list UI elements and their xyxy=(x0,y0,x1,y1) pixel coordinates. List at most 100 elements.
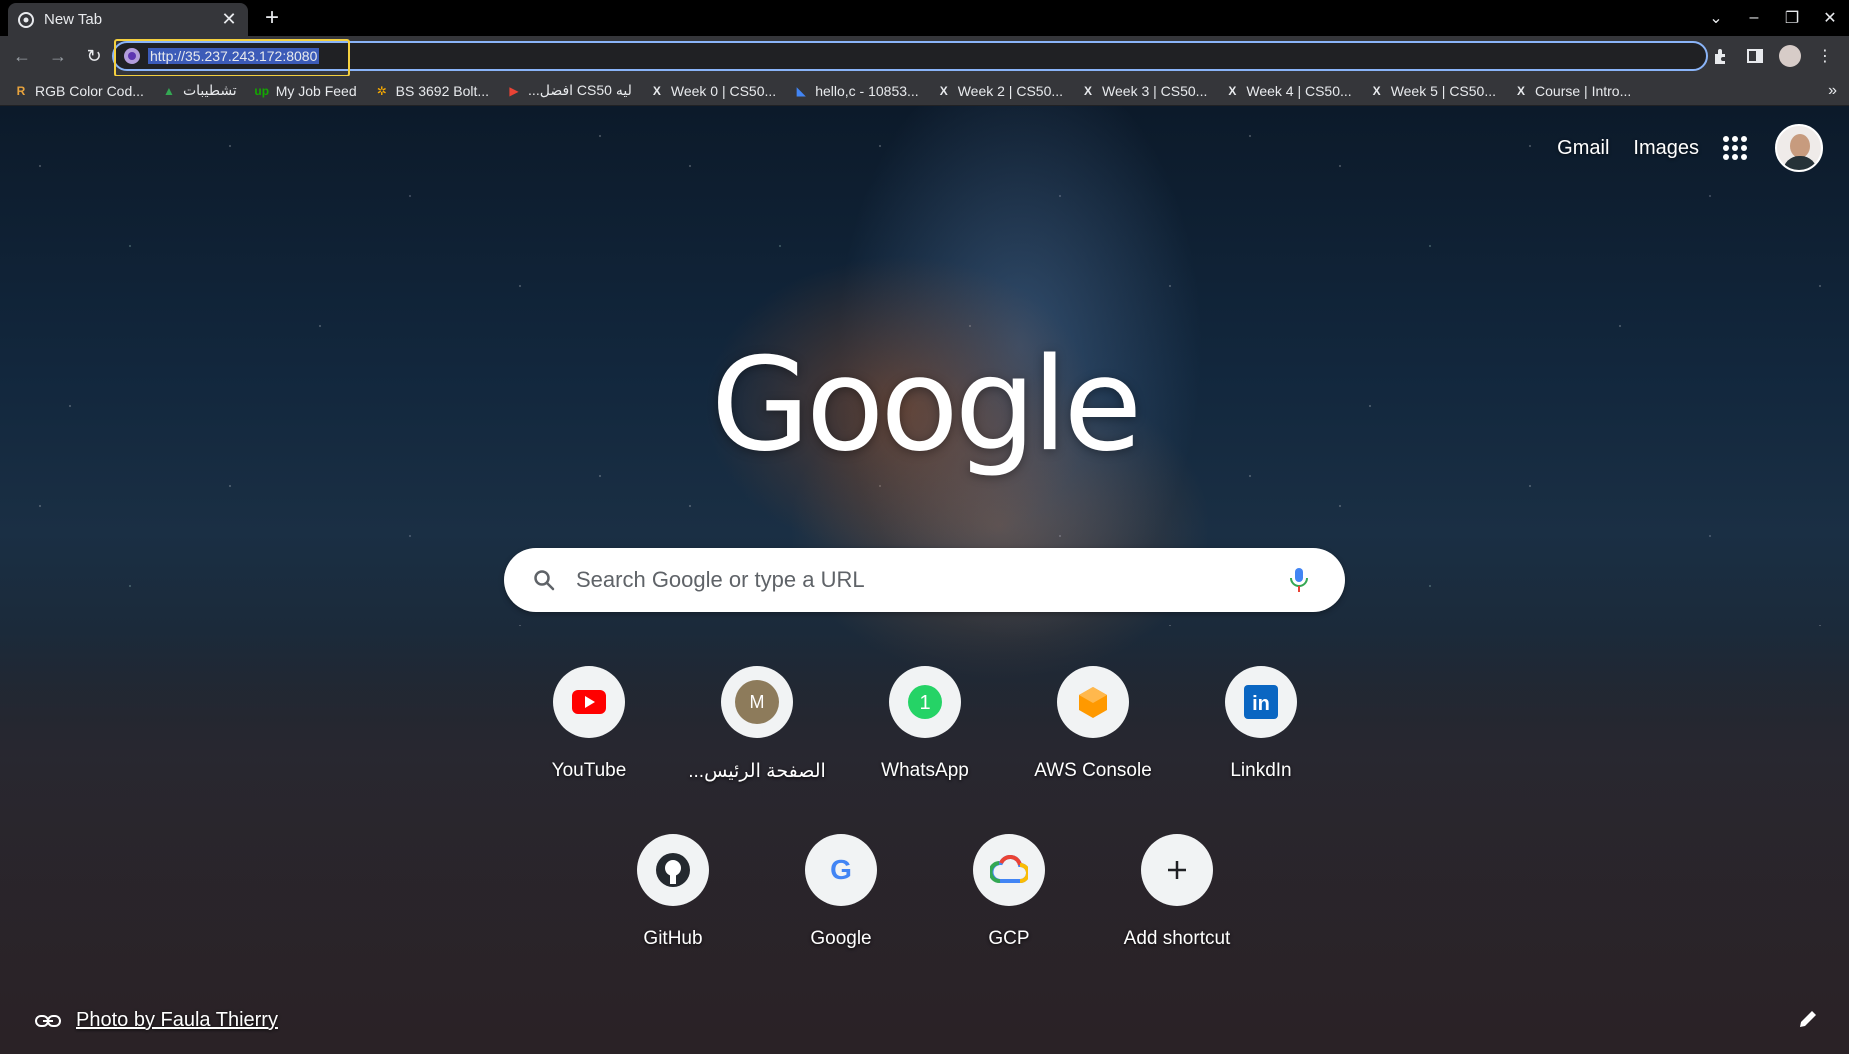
bookmark-favicon-icon: R xyxy=(16,83,26,98)
bookmark-label: RGB Color Cod... xyxy=(35,82,144,99)
more-menu-icon[interactable]: ⋮ xyxy=(1815,46,1835,66)
forward-icon[interactable]: → xyxy=(44,42,72,70)
bookmark-favicon-icon: X xyxy=(1372,83,1381,98)
shortcut-tile[interactable]: 1 WhatsApp xyxy=(850,666,1000,782)
tab-close-icon[interactable]: ✕ xyxy=(220,9,238,29)
reload-icon[interactable]: ↻ xyxy=(80,42,108,70)
youtube-icon[interactable] xyxy=(553,666,625,738)
bookmark-label: Course | Intro... xyxy=(1535,82,1632,99)
shortcut-tile[interactable]: GitHub xyxy=(598,834,748,950)
bookmark-label: تشطيبات xyxy=(182,82,237,98)
minimize-icon[interactable]: – xyxy=(1735,0,1773,36)
toolbar-actions: ⋮ xyxy=(1711,36,1835,76)
shortcut-label: GCP xyxy=(988,928,1030,949)
shortcut-tile[interactable]: YouTube xyxy=(514,666,664,782)
bookmark-favicon-icon: X xyxy=(1228,83,1237,98)
shortcut-label: YouTube xyxy=(551,760,627,781)
search-input[interactable] xyxy=(576,567,1287,593)
google-icon[interactable]: G xyxy=(805,834,877,906)
address-highlight-box xyxy=(114,39,350,77)
bookmark-favicon-icon: ◣ xyxy=(796,83,806,98)
bookmark-item[interactable]: X Week 3 | CS50... xyxy=(1081,83,1207,99)
address-bar[interactable]: http://35.237.243.172:8080 xyxy=(112,39,1708,77)
shortcut-tile[interactable]: AWS Console xyxy=(1018,666,1168,782)
toolbar: ← → ↻ http://35.237.243.172:8080 ⋮ xyxy=(0,36,1849,77)
bookmark-favicon-icon: ✲ xyxy=(376,83,387,98)
bookmarks-bar: R RGB Color Cod... ▲ تشطيبات up My Job Feed ✲ B… xyxy=(0,76,1849,106)
svg-text:G: G xyxy=(830,854,852,885)
shortcut-label: Add shortcut xyxy=(1123,928,1231,949)
whatsapp-icon[interactable]: 1 xyxy=(889,666,961,738)
bookmark-item[interactable]: X Week 0 | CS50... xyxy=(650,83,776,99)
bookmark-item[interactable]: ▶ ...افضل CS50 ليه xyxy=(507,82,631,99)
images-link[interactable]: Images xyxy=(1633,137,1699,160)
bookmark-favicon-icon: ▲ xyxy=(162,83,175,98)
photo-attribution[interactable]: Photo by Faula Thierry xyxy=(34,1009,278,1032)
bookmark-favicon-icon: X xyxy=(1517,83,1526,98)
m-letter-icon[interactable]: M xyxy=(721,666,793,738)
new-tab-button[interactable]: + xyxy=(260,4,284,31)
attribution-text[interactable]: Photo by Faula Thierry xyxy=(76,1009,278,1032)
shortcut-label: AWS Console xyxy=(1034,760,1152,781)
shortcut-tile[interactable]: G Google xyxy=(766,834,916,950)
bookmark-favicon-icon: X xyxy=(939,83,948,98)
bookmark-item[interactable]: up My Job Feed xyxy=(254,83,356,99)
bookmark-item[interactable]: R RGB Color Cod... xyxy=(14,83,144,99)
shortcut-tile[interactable]: M ...الصفحة الرئيس xyxy=(682,666,832,783)
gcp-icon[interactable] xyxy=(973,834,1045,906)
bookmark-item[interactable]: ▲ تشطيبات xyxy=(162,82,237,99)
extensions-icon[interactable] xyxy=(1711,46,1731,66)
search-icon xyxy=(534,570,555,591)
bookmark-item[interactable]: X Week 4 | CS50... xyxy=(1225,83,1351,99)
back-icon[interactable]: ← xyxy=(8,42,36,70)
bookmark-favicon-icon: ▶ xyxy=(509,83,519,98)
svg-text:M: M xyxy=(750,692,765,712)
new-tab-page: Gmail Images Google YouTube M ...الصفحة ال… xyxy=(0,106,1849,1054)
shortcut-label: ...الصفحة الرئيس xyxy=(688,761,826,782)
shortcut-label: LinkdIn xyxy=(1230,760,1292,781)
bookmarks-overflow-icon[interactable]: » xyxy=(1828,82,1837,100)
side-panel-icon[interactable] xyxy=(1745,46,1765,66)
shortcut-label: Google xyxy=(810,928,872,949)
search-box[interactable] xyxy=(504,548,1345,612)
restore-icon[interactable]: ❐ xyxy=(1773,0,1811,36)
shortcut-label: WhatsApp xyxy=(881,760,969,781)
gmail-link[interactable]: Gmail xyxy=(1557,137,1609,160)
bookmark-item[interactable]: X Course | Intro... xyxy=(1514,83,1631,99)
window-controls: ⌄ – ❐ ✕ xyxy=(1697,0,1849,36)
profile-avatar-icon[interactable] xyxy=(1779,45,1801,67)
bookmark-label: Week 4 | CS50... xyxy=(1246,82,1352,99)
github-icon[interactable] xyxy=(637,834,709,906)
bookmark-favicon-icon: X xyxy=(652,83,661,98)
account-avatar[interactable] xyxy=(1775,124,1823,172)
bookmark-item[interactable]: ◣ hello,c - 10853... xyxy=(794,83,919,99)
bookmark-item[interactable]: X Week 5 | CS50... xyxy=(1370,83,1496,99)
ntp-header: Gmail Images xyxy=(1557,124,1823,172)
linkedin-icon[interactable]: in xyxy=(1225,666,1297,738)
svg-text:in: in xyxy=(1252,693,1270,715)
shortcut-tile[interactable]: GCP xyxy=(934,834,1084,950)
bookmark-label: Week 3 | CS50... xyxy=(1102,82,1208,99)
shortcut-tile[interactable]: in LinkdIn xyxy=(1186,666,1336,782)
plus-icon[interactable] xyxy=(1141,834,1213,906)
shortcut-label: GitHub xyxy=(643,928,703,949)
aws-icon[interactable] xyxy=(1057,666,1129,738)
bookmark-label: Week 0 | CS50... xyxy=(670,82,777,99)
google-logo: Google xyxy=(710,331,1142,480)
bookmark-label: Week 2 | CS50... xyxy=(957,82,1064,99)
close-window-icon[interactable]: ✕ xyxy=(1811,0,1849,36)
bookmark-item[interactable]: X Week 2 | CS50... xyxy=(937,83,1063,99)
google-apps-icon[interactable] xyxy=(1723,136,1747,160)
microphone-icon[interactable] xyxy=(1287,566,1311,594)
customize-pencil-icon[interactable] xyxy=(1797,1008,1819,1030)
link-icon xyxy=(35,1014,61,1027)
chrome-icon xyxy=(18,11,34,28)
bookmark-label: BS 3692 Bolt... xyxy=(395,82,490,99)
bookmark-item[interactable]: ✲ BS 3692 Bolt... xyxy=(375,83,489,99)
svg-text:1: 1 xyxy=(919,692,930,714)
tab-search-icon[interactable]: ⌄ xyxy=(1697,0,1735,36)
shortcut-tile[interactable]: Add shortcut xyxy=(1102,834,1252,950)
tab-title: New Tab xyxy=(44,11,103,28)
tab-new-tab[interactable]: New Tab ✕ xyxy=(8,3,248,36)
bookmark-favicon-icon: up xyxy=(254,83,270,98)
